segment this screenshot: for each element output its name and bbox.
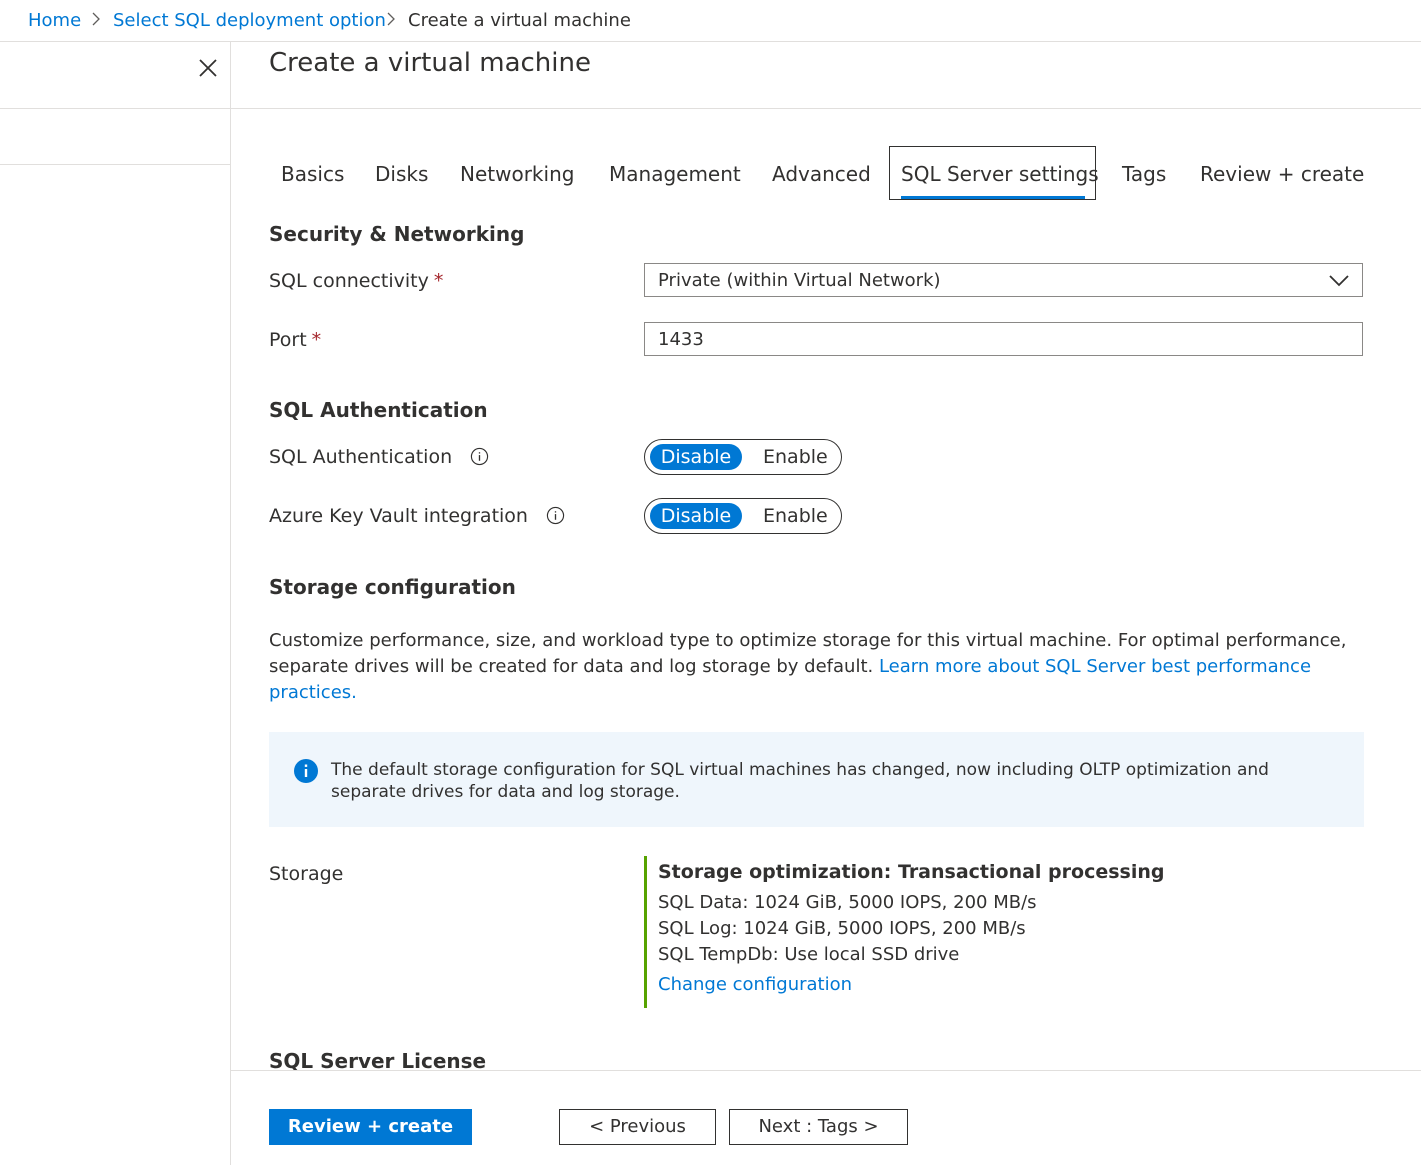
- chevron-down-icon: [1329, 275, 1349, 287]
- tab-basics[interactable]: Basics: [281, 162, 344, 186]
- close-button[interactable]: [194, 54, 222, 82]
- info-icon[interactable]: [470, 447, 489, 466]
- tab-management[interactable]: Management: [609, 162, 741, 186]
- breadcrumb-current: Create a virtual machine: [408, 10, 631, 31]
- review-create-button[interactable]: Review + create: [269, 1109, 472, 1145]
- storage-summary: Storage optimization: Transactional proc…: [658, 861, 1164, 998]
- tab-tags[interactable]: Tags: [1122, 162, 1166, 186]
- storage-sql-tempdb: SQL TempDb: Use local SSD drive: [658, 944, 960, 965]
- sql-connectivity-label: SQL connectivity *: [269, 270, 443, 292]
- breadcrumb-home-link[interactable]: Home: [28, 10, 81, 31]
- storage-sql-data: SQL Data: 1024 GiB, 5000 IOPS, 200 MB/s: [658, 892, 1037, 913]
- sql-connectivity-select[interactable]: Private (within Virtual Network): [644, 263, 1363, 297]
- tab-advanced[interactable]: Advanced: [772, 162, 871, 186]
- storage-summary-title: Storage optimization: Transactional proc…: [658, 861, 1165, 883]
- tab-networking[interactable]: Networking: [460, 162, 574, 186]
- chevron-right-icon: [90, 9, 102, 34]
- next-tags-button[interactable]: Next : Tags >: [729, 1109, 908, 1145]
- change-configuration-link[interactable]: Change configuration: [658, 972, 1164, 998]
- footer-bar: Review + create < Previous Next : Tags >: [231, 1071, 1421, 1165]
- sql-connectivity-value: Private (within Virtual Network): [658, 270, 941, 291]
- storage-accent-bar: [644, 856, 647, 1008]
- section-title-storage: Storage configuration: [269, 575, 516, 599]
- port-input[interactable]: 1433: [644, 322, 1363, 356]
- storage-sql-log: SQL Log: 1024 GiB, 5000 IOPS, 200 MB/s: [658, 918, 1026, 939]
- divider: [231, 108, 1421, 109]
- left-panel: [0, 42, 231, 1165]
- key-vault-enable-option[interactable]: Enable: [763, 503, 828, 529]
- info-icon[interactable]: [546, 506, 565, 525]
- section-title-security: Security & Networking: [269, 222, 525, 246]
- sql-auth-toggle[interactable]: Disable Enable: [644, 439, 842, 475]
- port-value: 1433: [658, 329, 704, 350]
- required-mark: *: [311, 329, 322, 351]
- close-icon: [199, 59, 217, 77]
- storage-description: Customize performance, size, and workloa…: [269, 628, 1379, 706]
- sql-auth-label-text: SQL Authentication: [269, 446, 453, 468]
- info-banner-text: The default storage configuration for SQ…: [331, 760, 1269, 802]
- sql-connectivity-label-text: SQL connectivity: [269, 270, 429, 292]
- port-label: Port *: [269, 329, 321, 351]
- chevron-right-icon: [385, 9, 397, 34]
- breadcrumb-sql-deployment-link[interactable]: Select SQL deployment option: [113, 10, 386, 31]
- tab-active-indicator: [901, 196, 1085, 199]
- info-banner: The default storage configuration for SQ…: [269, 732, 1364, 827]
- divider: [0, 108, 230, 109]
- breadcrumb: Home Select SQL deployment option Create…: [0, 0, 1421, 42]
- required-mark: *: [433, 270, 444, 292]
- sql-auth-enable-option[interactable]: Enable: [763, 444, 828, 470]
- info-filled-icon: [294, 759, 318, 783]
- key-vault-disable-option[interactable]: Disable: [650, 503, 742, 529]
- key-vault-label-text: Azure Key Vault integration: [269, 505, 528, 527]
- tab-sql-server-settings[interactable]: SQL Server settings: [901, 162, 1099, 186]
- sql-auth-label: SQL Authentication: [269, 446, 489, 468]
- storage-label: Storage: [269, 863, 344, 885]
- page-title: Create a virtual machine: [269, 48, 591, 78]
- tab-review-create[interactable]: Review + create: [1200, 162, 1364, 186]
- sql-auth-disable-option[interactable]: Disable: [650, 444, 742, 470]
- key-vault-label: Azure Key Vault integration: [269, 505, 565, 527]
- divider: [0, 164, 230, 165]
- tab-disks[interactable]: Disks: [375, 162, 428, 186]
- section-title-sql-auth: SQL Authentication: [269, 398, 488, 422]
- key-vault-toggle[interactable]: Disable Enable: [644, 498, 842, 534]
- port-label-text: Port: [269, 329, 307, 351]
- previous-button[interactable]: < Previous: [559, 1109, 716, 1145]
